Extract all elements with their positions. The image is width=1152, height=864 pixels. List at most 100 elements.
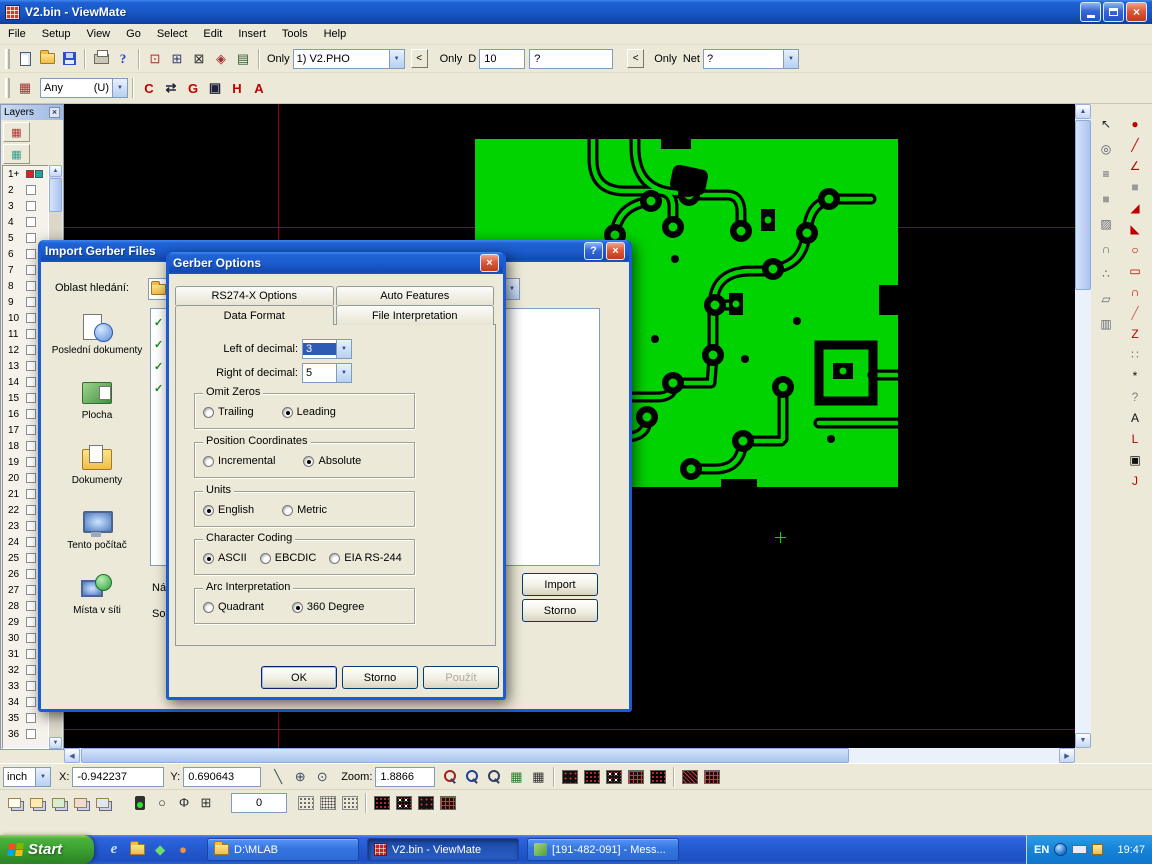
outline-tool-icon[interactable]: ▱ (1095, 289, 1117, 309)
layer-row[interactable]: 35 (3, 710, 48, 726)
zoom-out-icon[interactable] (439, 766, 461, 788)
scroll-left-icon[interactable]: ◀ (64, 748, 80, 763)
taskbar-task-message[interactable]: [191-482-091] - Mess... (527, 838, 679, 861)
layer-color-swatch[interactable] (35, 170, 43, 178)
layer-row[interactable]: 2 (3, 182, 48, 198)
layer-visibility-checkbox[interactable] (26, 521, 36, 531)
round-aperture-icon[interactable]: ○ (151, 792, 173, 814)
layer-visibility-checkbox[interactable] (26, 569, 36, 579)
tab-rs274x-options[interactable]: RS274-X Options (175, 286, 334, 305)
pointer-tool-icon[interactable]: ↖ (1095, 114, 1117, 134)
taskbar-task-viewmate[interactable]: V2.bin - ViewMate (367, 838, 519, 861)
select-window-icon[interactable]: ⊡ (144, 48, 166, 70)
apply-button[interactable]: Použít (423, 666, 499, 689)
layer-visibility-checkbox[interactable] (26, 617, 36, 627)
swap-ends-icon[interactable]: ⇄ (160, 77, 182, 99)
draw-star-icon[interactable]: * (1124, 366, 1146, 386)
layer-row[interactable]: 36 (3, 726, 48, 742)
place-desktop[interactable]: Plocha (49, 379, 145, 422)
close-icon[interactable]: × (606, 242, 625, 260)
dot-grid-coarse-icon[interactable] (339, 792, 361, 814)
select-invert-icon[interactable]: ⊠ (188, 48, 210, 70)
layer-visibility-checkbox[interactable] (26, 649, 36, 659)
layer-visibility-checkbox[interactable] (26, 665, 36, 675)
quick-launch-ie-icon[interactable]: e (104, 840, 124, 860)
x-coordinate-value[interactable]: -0.942237 (72, 767, 164, 787)
frame-tool-icon[interactable]: ▣ (1124, 450, 1146, 470)
open-file-icon[interactable] (36, 48, 58, 70)
layer-visibility-checkbox[interactable] (26, 713, 36, 723)
scrollbar-thumb[interactable] (49, 178, 62, 212)
aperture-view-1-icon[interactable] (559, 766, 581, 788)
dialog-titlebar[interactable]: Gerber Options × (169, 252, 503, 274)
units-combo[interactable]: inch ▼ (3, 767, 51, 787)
scrollbar-thumb[interactable] (81, 748, 849, 763)
help-icon[interactable]: ? (584, 242, 603, 260)
radio-absolute[interactable]: Absolute (303, 455, 361, 467)
layer-visibility-checkbox[interactable] (26, 201, 36, 211)
place-recent-documents[interactable]: Poslední dokumenty (49, 314, 145, 357)
draw-rect-filled-icon[interactable]: ■ (1124, 177, 1146, 197)
cancel-button[interactable]: Storno (342, 666, 418, 689)
layer-visibility-checkbox[interactable] (26, 473, 36, 483)
text-mode-icon[interactable]: A (248, 77, 270, 99)
net-combo[interactable]: ? ▼ (703, 49, 799, 69)
layer-visibility-checkbox[interactable] (26, 505, 36, 515)
layer-visibility-checkbox[interactable] (26, 409, 36, 419)
radio-quadrant[interactable]: Quadrant (203, 601, 264, 613)
draw-hook-icon[interactable]: J (1124, 471, 1146, 491)
toolbar-grip[interactable] (5, 49, 10, 69)
draw-rect-icon[interactable]: ▭ (1124, 261, 1146, 281)
select-add-icon[interactable]: ⊞ (166, 48, 188, 70)
dot-grid-medium-icon[interactable] (317, 792, 339, 814)
tab-file-interpretation[interactable]: File Interpretation (336, 305, 495, 325)
report-icon[interactable]: ▤ (232, 48, 254, 70)
trace-pattern-2-icon[interactable] (393, 792, 415, 814)
menu-item[interactable]: Insert (230, 24, 274, 44)
chevron-down-icon[interactable]: ▼ (112, 79, 127, 97)
place-documents[interactable]: Dokumenty (49, 444, 145, 487)
scroll-up-icon[interactable]: ▲ (49, 165, 62, 177)
hatch-tool-icon[interactable]: ▨ (1095, 214, 1117, 234)
draw-pad-icon[interactable]: ● (1124, 114, 1146, 134)
layer-row[interactable]: 3 (3, 198, 48, 214)
dcode-input[interactable]: 10 (479, 49, 525, 69)
chevron-down-icon[interactable]: ▼ (783, 50, 798, 68)
film-stack-3-icon[interactable] (47, 792, 69, 814)
close-button[interactable]: × (1126, 2, 1147, 22)
context-help-icon[interactable]: ? (112, 48, 134, 70)
language-indicator[interactable]: EN (1034, 844, 1049, 856)
tab-auto-features[interactable]: Auto Features (336, 286, 495, 305)
sketch-mode-icon[interactable] (679, 766, 701, 788)
netlist-table-icon[interactable]: ▦ (527, 766, 549, 788)
chevron-down-icon[interactable]: ▼ (336, 364, 351, 382)
layers-panel-header[interactable]: Layers × (1, 105, 63, 120)
film-stack-1-icon[interactable] (3, 792, 25, 814)
menu-item[interactable]: View (78, 24, 118, 44)
window-titlebar[interactable]: V2.bin - ViewMate × (0, 0, 1152, 24)
layer-color-swatch[interactable] (26, 170, 34, 178)
layer-visibility-checkbox[interactable] (26, 281, 36, 291)
zoom-window-icon[interactable] (461, 766, 483, 788)
quick-launch-app-icon[interactable]: ◆ (150, 840, 170, 860)
scroll-right-icon[interactable]: ▶ (1059, 748, 1075, 763)
import-button[interactable]: Import (522, 573, 598, 596)
chevron-down-icon[interactable]: ▼ (504, 279, 519, 299)
dcode-pattern-input[interactable]: ? (529, 49, 613, 69)
grid-display-icon[interactable]: ⊞ (195, 792, 217, 814)
radio-ebcdic[interactable]: EBCDIC (260, 552, 317, 564)
dcode-grid-icon[interactable]: ▦ (14, 77, 36, 99)
close-icon[interactable]: × (480, 254, 499, 272)
film-stack-4-icon[interactable] (69, 792, 91, 814)
tray-ball-icon[interactable] (1054, 843, 1067, 856)
pad-frame-icon[interactable]: ▣ (204, 77, 226, 99)
menu-item[interactable]: Edit (195, 24, 230, 44)
layer-visibility-checkbox[interactable] (26, 329, 36, 339)
horizontal-scrollbar[interactable]: ◀ ▶ (64, 748, 1075, 763)
trace-pattern-4-icon[interactable] (437, 792, 459, 814)
menu-item[interactable]: Select (149, 24, 196, 44)
gerber-file-icon[interactable]: ✓ (154, 360, 163, 373)
start-button[interactable]: Start (0, 835, 94, 864)
layer-visibility-checkbox[interactable] (26, 633, 36, 643)
scrollbar-thumb[interactable] (1075, 120, 1091, 290)
